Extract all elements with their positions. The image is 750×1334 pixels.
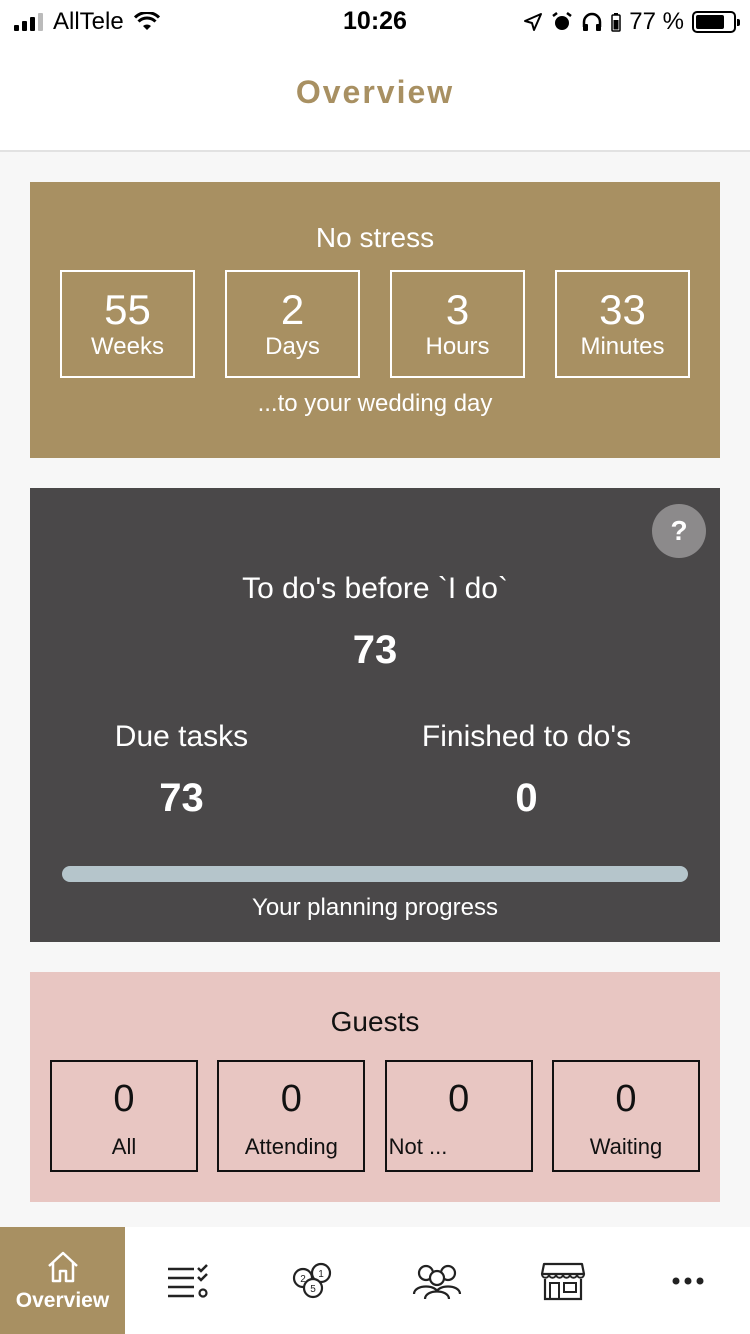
countdown-card[interactable]: No stress 55 Weeks 2 Days 3 Hours 33 Min… (30, 182, 720, 458)
tab-checklist[interactable] (125, 1227, 250, 1334)
due-tasks[interactable]: Due tasks 73 (9, 720, 354, 821)
tab-more[interactable] (625, 1227, 750, 1334)
countdown-heading: No stress (315, 222, 435, 253)
guests-icon (412, 1264, 461, 1299)
countdown-unit: Weeks (91, 333, 164, 360)
countdown-value: 3 (445, 286, 470, 333)
guest-boxes: 0 All 0 Attending 0 Not ... 0 Waiting (50, 1060, 700, 1172)
guests-all[interactable]: 0 All (50, 1060, 198, 1172)
countdown-unit: Hours (425, 333, 490, 360)
finished-tasks-value: 0 (515, 776, 538, 820)
planning-progress-label: Your planning progress (252, 894, 498, 921)
tasks-title: To do's before `I do` (242, 572, 508, 605)
countdown-days: 2 Days (225, 270, 360, 378)
countdown-value: 33 (599, 286, 646, 333)
battery-level (696, 15, 724, 29)
tab-label: Overview (15, 1288, 110, 1312)
app-header: Overview (0, 42, 750, 152)
status-bar: AllTele 10:26 77 % (0, 0, 750, 42)
tab-bar: Overview 2 1 5 (0, 1227, 750, 1334)
guests-card[interactable]: Guests 0 All 0 Attending 0 Not ... 0 Wai… (30, 972, 720, 1202)
tab-overview[interactable]: Overview (0, 1227, 125, 1334)
finished-tasks[interactable]: Finished to do's 0 (354, 720, 699, 821)
countdown-footer: ...to your wedding day (257, 390, 493, 417)
tasks-total: 73 (352, 628, 398, 672)
more-icon (672, 1277, 703, 1284)
due-tasks-label: Due tasks (114, 720, 249, 753)
guests-waiting[interactable]: 0 Waiting (551, 1060, 700, 1172)
alarm-icon (552, 12, 573, 30)
svg-text:2: 2 (300, 1274, 306, 1285)
svg-text:5: 5 (310, 1284, 316, 1295)
svg-text:1: 1 (318, 1269, 324, 1280)
countdown-value: 55 (104, 286, 151, 333)
home-icon (47, 1251, 78, 1282)
guest-count: 0 (113, 1078, 135, 1120)
guests-title: Guests (330, 1006, 420, 1037)
location-arrow-icon (524, 13, 543, 31)
tab-budget[interactable]: 2 1 5 (250, 1227, 375, 1334)
guest-count: 0 (448, 1078, 470, 1120)
coins-icon: 2 1 5 (292, 1262, 331, 1298)
countdown-boxes: 55 Weeks 2 Days 3 Hours 33 Minutes (60, 270, 690, 378)
countdown-unit: Days (265, 333, 320, 360)
tab-vendors[interactable] (500, 1227, 625, 1334)
guest-label: Not ... (388, 1134, 448, 1159)
guest-label: Waiting (589, 1134, 663, 1159)
battery-percent: 77 % (629, 8, 684, 35)
guest-label: Attending (244, 1134, 338, 1159)
countdown-unit: Minutes (580, 333, 665, 360)
battery-small-icon (611, 13, 622, 32)
countdown-value: 2 (280, 286, 305, 333)
checklist-icon (167, 1263, 208, 1298)
countdown-hours: 3 Hours (390, 270, 525, 378)
guest-count: 0 (280, 1078, 302, 1120)
due-tasks-value: 73 (159, 776, 204, 820)
page-title: Overview (295, 73, 455, 110)
status-right: 77 % (523, 8, 740, 36)
vendor-shop-icon (540, 1262, 585, 1300)
guest-count: 0 (615, 1078, 637, 1120)
guests-attending[interactable]: 0 Attending (217, 1060, 366, 1172)
tab-guests[interactable] (375, 1227, 500, 1334)
headphones-icon (583, 12, 602, 31)
countdown-weeks: 55 Weeks (60, 270, 195, 378)
guest-label: All (111, 1134, 137, 1159)
planning-progress-bar (62, 866, 688, 882)
tasks-card[interactable]: ? To do's before `I do` 73 Due tasks 73 … (30, 488, 720, 942)
countdown-minutes: 33 Minutes (555, 270, 690, 378)
battery-icon (692, 11, 740, 33)
help-button[interactable]: ? (652, 504, 706, 558)
guests-not-attending[interactable]: 0 Not ... (384, 1060, 533, 1172)
finished-tasks-label: Finished to do's (421, 720, 632, 753)
